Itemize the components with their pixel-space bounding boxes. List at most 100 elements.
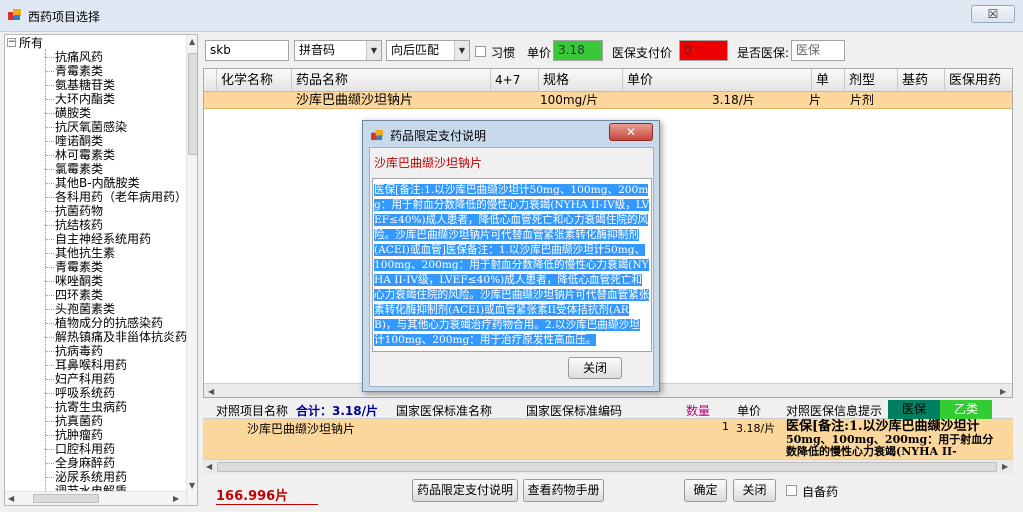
cell-price: 3.18/片 [736, 422, 776, 435]
window-close-button[interactable]: ☒ [971, 5, 1015, 23]
tree-item[interactable]: 其他抗生素 [55, 246, 115, 260]
tree-connector [45, 281, 54, 282]
tree-item[interactable]: 妇产科用药 [55, 372, 115, 386]
tree-item[interactable]: 磺胺类 [55, 106, 91, 120]
scroll-right-icon[interactable]: ▶ [1000, 387, 1006, 396]
tree-item[interactable]: 氯霉素类 [55, 162, 103, 176]
insurance-price-field[interactable]: 0 [679, 40, 728, 61]
col-4plus7[interactable]: 4+7 [491, 69, 539, 92]
cell-price: 3.18/片 [712, 93, 755, 107]
col-std-name: 国家医保标准名称 [396, 404, 493, 418]
self-pay-checkbox[interactable] [786, 485, 797, 496]
limit-payment-button[interactable]: 药品限定支付说明 [412, 479, 518, 502]
table-row[interactable]: 沙库巴曲缬沙坦钠片 100mg/片 3.18/片 片 片剂 [204, 92, 1012, 109]
tree-item[interactable]: 各科用药（老年病用药） [55, 190, 187, 204]
col-chemical-name[interactable]: 化学名称 [217, 69, 292, 92]
dialog-close-button[interactable]: ✕ [609, 123, 653, 141]
scroll-left-icon[interactable]: ◀ [8, 494, 14, 503]
match-mode-value: 拼音码 [299, 43, 336, 57]
tree-connector [45, 477, 54, 478]
tree-connector [45, 295, 54, 296]
tree-connector [45, 337, 54, 338]
tree-hscroll-thumb[interactable] [33, 494, 99, 503]
tree-root-all[interactable]: 所有 [19, 36, 43, 50]
title-bar: 西药项目选择 ☒ [0, 0, 1023, 32]
close-button[interactable]: 关闭 [733, 479, 776, 502]
tree-item[interactable]: 呼吸系统药 [55, 386, 115, 400]
tree-item[interactable]: 植物成分的抗感染药 [55, 316, 163, 330]
tree-item[interactable]: 其他B-内酰胺类 [55, 176, 140, 190]
dialog-description-textarea[interactable]: 医保[备注:1.以沙库巴曲缬沙坦计50mg、100mg、200mg：用于射血分数… [372, 178, 652, 352]
comparison-horizontal-scrollbar[interactable]: ◀ ▶ [203, 459, 1013, 474]
info-line-1: 医保[备注:1.以沙库巴曲缬沙坦计 [786, 419, 980, 434]
insurance-price-label: 医保支付价 [612, 46, 673, 60]
price-field[interactable]: 3.18 [553, 40, 603, 61]
limit-payment-dialog[interactable]: 药品限定支付说明 ✕ 沙库巴曲缬沙坦钠片 医保[备注:1.以沙库巴曲缬沙坦计50… [362, 120, 660, 392]
match-mode-select[interactable]: 拼音码 ▼ [294, 40, 382, 61]
tree-item[interactable]: 抗真菌药 [55, 414, 103, 428]
dialog-close-text-button[interactable]: 关闭 [568, 357, 622, 379]
insurance-tag: 医保 [888, 400, 940, 419]
tree-item[interactable]: 泌尿系统用药 [55, 470, 127, 484]
col-spec[interactable]: 规格 [539, 69, 623, 92]
tree-item[interactable]: 抗菌药物 [55, 204, 103, 218]
scroll-down-icon[interactable]: ▼ [189, 481, 195, 490]
search-input[interactable]: skb [205, 40, 289, 61]
tree-item[interactable]: 解热镇痛及非甾体抗炎药 [55, 330, 187, 344]
chevron-down-icon[interactable]: ▼ [454, 41, 469, 60]
tree-item[interactable]: 口腔科用药 [55, 442, 115, 456]
tree-connector [45, 211, 54, 212]
col-insurance-drug[interactable]: 医保用药 [945, 69, 1012, 92]
scroll-left-icon[interactable]: ◀ [206, 462, 212, 471]
tree-item[interactable]: 抗肿瘤药 [55, 428, 103, 442]
tree-item[interactable]: 头孢菌素类 [55, 302, 115, 316]
tree-item[interactable]: 全身麻醉药 [55, 456, 115, 470]
tree-item[interactable]: 自主神经系统用药 [55, 232, 151, 246]
scroll-right-icon[interactable]: ▶ [173, 494, 179, 503]
tree-item[interactable]: 抗病毒药 [55, 344, 103, 358]
tree-connector [45, 323, 54, 324]
tree-item[interactable]: 咪唑酮类 [55, 274, 103, 288]
col-dosage-form[interactable]: 剂型 [845, 69, 898, 92]
habit-checkbox[interactable] [475, 46, 486, 57]
scroll-left-icon[interactable]: ◀ [208, 387, 214, 396]
tree-item[interactable]: 抗寄生虫病药 [55, 400, 127, 414]
tree-scroll-thumb[interactable] [188, 53, 197, 155]
is-insurance-field[interactable]: 医保 [791, 40, 845, 61]
comparison-row[interactable]: 沙库巴曲缬沙坦钠片 1 3.18/片 医保[备注:1.以沙库巴曲缬沙坦计 50m… [203, 419, 1013, 459]
tree-item[interactable]: 大环内酯类 [55, 92, 115, 106]
drug-manual-button[interactable]: 查看药物手册 [523, 479, 604, 502]
chevron-down-icon[interactable]: ▼ [366, 41, 381, 60]
tree-item[interactable]: 青霉素类 [55, 64, 103, 78]
col-unit[interactable]: 单 [812, 69, 845, 92]
tree-vertical-scrollbar[interactable]: ▲ ▼ [186, 35, 197, 505]
comparison-scroll-thumb[interactable] [217, 462, 997, 472]
tree-connector [45, 183, 54, 184]
tree-connector [45, 309, 54, 310]
match-position-select[interactable]: 向后匹配 ▼ [386, 40, 470, 61]
tree-item[interactable]: 抗痛风药 [55, 50, 103, 64]
tree-connector [45, 113, 54, 114]
tree-item[interactable]: 耳鼻喉科用药 [55, 358, 127, 372]
tree-item[interactable]: 氨基糖苷类 [55, 78, 115, 92]
tree-connector [45, 155, 54, 156]
tree-item[interactable]: 喹诺酮类 [55, 134, 103, 148]
cell-qty: 1 [722, 420, 729, 433]
tree-connector [45, 435, 54, 436]
confirm-button[interactable]: 确定 [684, 479, 727, 502]
col-drug-name[interactable]: 药品名称 [292, 69, 491, 92]
tree-item[interactable]: 青霉素类 [55, 260, 103, 274]
scroll-right-icon[interactable]: ▶ [1002, 462, 1008, 471]
class-tag: 乙类 [940, 400, 992, 419]
category-tree[interactable]: − 所有 抗痛风药 青霉素类 氨基糖苷类 大环内酯类 磺胺类 抗厌氧菌感染 喹诺酮类 林可霉素… [4, 34, 198, 506]
tree-collapse-icon[interactable]: − [7, 38, 16, 47]
tree-item[interactable]: 林可霉素类 [55, 148, 115, 162]
tree-item[interactable]: 四环素类 [55, 288, 103, 302]
tree-horizontal-scrollbar[interactable]: ◀ ▶ [5, 491, 186, 505]
tree-connector [45, 197, 54, 198]
scroll-up-icon[interactable]: ▲ [189, 37, 195, 46]
tree-item[interactable]: 抗结核药 [55, 218, 103, 232]
tree-item[interactable]: 抗厌氧菌感染 [55, 120, 127, 134]
col-price[interactable]: 单价 [623, 69, 812, 92]
col-essential-drug[interactable]: 基药 [898, 69, 945, 92]
